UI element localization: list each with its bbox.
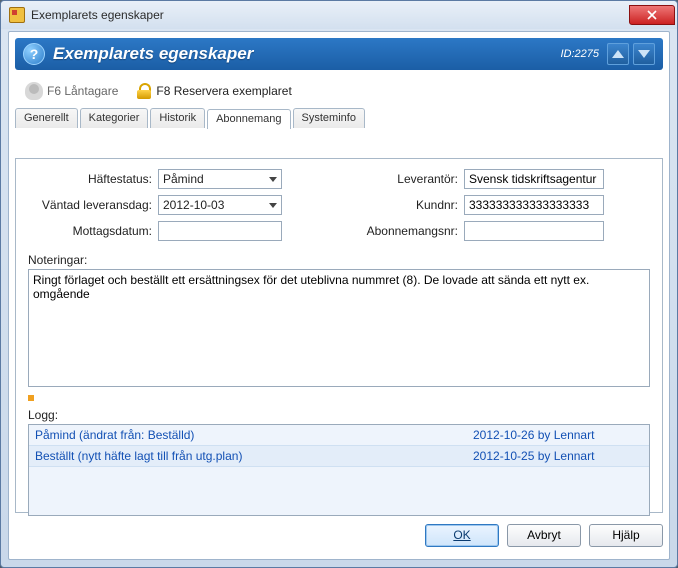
help-button[interactable]: Hjälp [589, 524, 663, 547]
tab-historik[interactable]: Historik [150, 108, 205, 128]
ok-button[interactable]: OK [425, 524, 499, 547]
haftestatus-label: Häftestatus: [28, 172, 152, 186]
arrow-down-icon [638, 50, 650, 58]
log-row-desc: Påmind (ändrat från: Beställd) [35, 428, 473, 442]
tab-generellt[interactable]: Generellt [15, 108, 78, 128]
mottag-input[interactable] [158, 221, 282, 241]
button-bar: OK Avbryt Hjälp [15, 519, 663, 551]
tab-kategorier[interactable]: Kategorier [80, 108, 149, 128]
window-close-button[interactable] [629, 5, 675, 25]
window-title: Exemplarets egenskaper [31, 8, 164, 22]
log-row-desc: Beställt (nytt häfte lagt till från utg.… [35, 449, 473, 463]
leverantor-input[interactable] [464, 169, 604, 189]
log-label: Logg: [28, 408, 650, 422]
titlebar[interactable]: Exemplarets egenskaper [1, 1, 677, 29]
abnr-input[interactable] [464, 221, 604, 241]
notes-label: Noteringar: [28, 253, 650, 267]
log-row-meta: 2012-10-25 by Lennart [473, 449, 643, 463]
next-record-button[interactable] [633, 43, 655, 65]
mottag-label: Mottagsdatum: [28, 224, 152, 238]
vantad-label: Väntad leveransdag: [28, 198, 152, 212]
cancel-button[interactable]: Avbryt [507, 524, 581, 547]
haftestatus-combo[interactable]: Påmind [158, 169, 282, 189]
tab-bar: Generellt Kategorier Historik Abonnemang… [15, 108, 663, 128]
vantad-date-combo[interactable]: 2012-10-03 [158, 195, 282, 215]
log-list: Påmind (ändrat från: Beställd) 2012-10-2… [28, 424, 650, 516]
tab-systeminfo[interactable]: Systeminfo [293, 108, 365, 128]
modified-indicator-icon [28, 395, 34, 401]
log-row[interactable]: Beställt (nytt häfte lagt till från utg.… [29, 446, 649, 467]
log-row[interactable]: Påmind (ändrat från: Beställd) 2012-10-2… [29, 425, 649, 446]
toolbar-borrower[interactable]: F6 Låntagare [19, 80, 124, 102]
banner: ? Exemplarets egenskaper ID:2275 [15, 38, 663, 70]
lock-icon [136, 83, 152, 99]
banner-title: Exemplarets egenskaper [53, 44, 253, 64]
window-frame: Exemplarets egenskaper ? Exemplarets ege… [0, 0, 678, 568]
chevron-down-icon [269, 203, 277, 208]
notes-textarea[interactable] [28, 269, 650, 387]
app-icon [9, 7, 25, 23]
abnr-label: Abonnemangsnr: [348, 224, 458, 238]
user-icon [25, 82, 43, 100]
toolbar-borrower-label: F6 Låntagare [47, 84, 118, 98]
tab-panel-abonnemang: Häftestatus: Påmind Väntad leveransdag: … [15, 158, 663, 513]
leverantor-label: Leverantör: [348, 172, 458, 186]
prev-record-button[interactable] [607, 43, 629, 65]
content-shell: ? Exemplarets egenskaper ID:2275 F6 Lånt… [8, 31, 670, 560]
kundnr-input[interactable] [464, 195, 604, 215]
help-icon[interactable]: ? [23, 43, 45, 65]
toolbar-reserve[interactable]: F8 Reservera exemplaret [130, 81, 297, 101]
tab-abonnemang[interactable]: Abonnemang [207, 109, 290, 129]
toolbar-reserve-label: F8 Reservera exemplaret [156, 84, 291, 98]
kundnr-label: Kundnr: [348, 198, 458, 212]
haftestatus-value: Påmind [163, 172, 204, 186]
chevron-down-icon [269, 177, 277, 182]
vantad-value: 2012-10-03 [163, 198, 224, 212]
log-row-meta: 2012-10-26 by Lennart [473, 428, 643, 442]
close-icon [647, 10, 657, 20]
arrow-up-icon [612, 50, 624, 58]
toolbar: F6 Låntagare F8 Reservera exemplaret [15, 76, 663, 106]
banner-id-label: ID:2275 [560, 48, 599, 60]
